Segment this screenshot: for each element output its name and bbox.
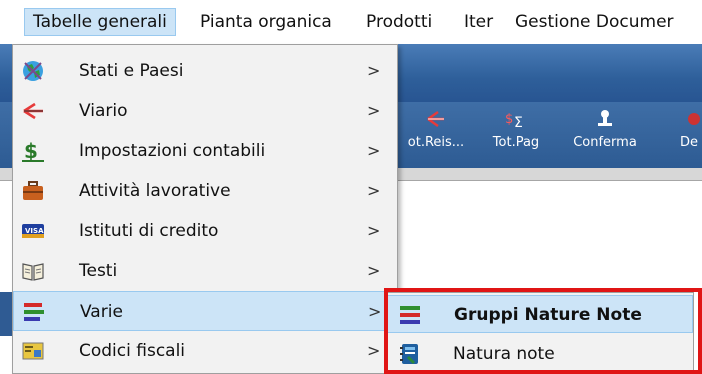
toolbar-button-label: Tot.Pag bbox=[492, 135, 540, 150]
globe-icon bbox=[21, 59, 45, 83]
menu-pianta-organica[interactable]: Pianta organica bbox=[192, 8, 340, 36]
toolbar-button-de[interactable]: De bbox=[680, 108, 702, 164]
menu-item-testi[interactable]: Testi > bbox=[13, 251, 397, 291]
menu-prodotti[interactable]: Prodotti bbox=[358, 8, 440, 36]
submenu-item-label: Natura note bbox=[453, 344, 555, 364]
menu-item-codici-fiscali[interactable]: Codici fiscali > bbox=[13, 331, 397, 371]
briefcase-icon bbox=[21, 179, 45, 203]
colored-bars-icon bbox=[22, 300, 46, 324]
toolbar-button-label: De bbox=[680, 135, 699, 150]
menu-gestione-documenti[interactable]: Gestione Documer bbox=[507, 8, 682, 36]
menu-item-varie[interactable]: Varie > bbox=[13, 291, 397, 331]
svg-text:Σ: Σ bbox=[514, 115, 523, 130]
chevron-right-icon: > bbox=[368, 302, 382, 321]
chevron-right-icon: > bbox=[367, 341, 381, 360]
road-junction-icon bbox=[21, 99, 45, 123]
submenu-item-label: Gruppi Nature Note bbox=[454, 305, 642, 325]
menu-item-viario[interactable]: Viario > bbox=[13, 91, 397, 131]
submenu-item-natura-note[interactable]: Natura note bbox=[387, 335, 693, 373]
svg-text:$: $ bbox=[505, 112, 513, 127]
menu-item-label: Varie bbox=[80, 302, 123, 322]
dollar-icon: $ bbox=[21, 139, 45, 163]
menu-item-label: Impostazioni contabili bbox=[79, 141, 266, 161]
open-book-icon bbox=[21, 259, 45, 283]
menu-item-label: Viario bbox=[79, 101, 128, 121]
menu-item-label: Istituti di credito bbox=[79, 221, 219, 241]
fork-arrow-icon bbox=[400, 108, 472, 134]
menu-item-label: Attività lavorative bbox=[79, 181, 231, 201]
submenu-item-gruppi-nature-note[interactable]: Gruppi Nature Note bbox=[387, 295, 693, 333]
colored-bars-icon bbox=[398, 303, 422, 327]
toolbar-button-label: ot.Reis... bbox=[407, 135, 465, 150]
dollar-sigma-icon: $ Σ bbox=[486, 108, 546, 134]
notebook-icon bbox=[397, 342, 421, 366]
toolbar-button-tot-reis[interactable]: ot.Reis... bbox=[400, 108, 472, 164]
menu-item-label: Testi bbox=[79, 261, 118, 281]
generic-icon bbox=[680, 108, 702, 134]
varie-submenu: Gruppi Nature Note Natura note bbox=[386, 292, 694, 374]
tax-code-card-icon bbox=[21, 339, 45, 363]
chevron-right-icon: > bbox=[367, 261, 381, 280]
menu-bar: Tabelle generali Pianta organica Prodott… bbox=[0, 0, 702, 44]
menu-item-impostazioni-contabili[interactable]: $ Impostazioni contabili > bbox=[13, 131, 397, 171]
toolbar-button-label: Conferma bbox=[573, 135, 637, 150]
chevron-right-icon: > bbox=[367, 181, 381, 200]
svg-text:VISA: VISA bbox=[25, 227, 44, 235]
menu-item-label: Stati e Paesi bbox=[79, 61, 184, 81]
toolbar-button-conferma[interactable]: Conferma bbox=[568, 108, 642, 164]
stamp-icon bbox=[568, 108, 642, 134]
left-panel-strip bbox=[0, 292, 12, 336]
chevron-right-icon: > bbox=[367, 101, 381, 120]
menu-item-label: Codici fiscali bbox=[79, 341, 186, 361]
chevron-right-icon: > bbox=[367, 221, 381, 240]
tabelle-generali-dropdown: Stati e Paesi > Viario > $ Impostazioni … bbox=[12, 44, 398, 374]
credit-card-icon: VISA bbox=[21, 219, 45, 243]
toolbar-button-tot-pag[interactable]: $ Σ Tot.Pag bbox=[486, 108, 546, 164]
menu-item-attivita-lavorative[interactable]: Attività lavorative > bbox=[13, 171, 397, 211]
svg-text:$: $ bbox=[24, 139, 38, 163]
chevron-right-icon: > bbox=[367, 141, 381, 160]
menu-item-istituti-di-credito[interactable]: VISA Istituti di credito > bbox=[13, 211, 397, 251]
menu-tabelle-generali[interactable]: Tabelle generali bbox=[24, 8, 176, 36]
chevron-right-icon: > bbox=[367, 61, 381, 80]
menu-iter[interactable]: Iter bbox=[456, 8, 501, 36]
menu-item-stati-e-paesi[interactable]: Stati e Paesi > bbox=[13, 51, 397, 91]
